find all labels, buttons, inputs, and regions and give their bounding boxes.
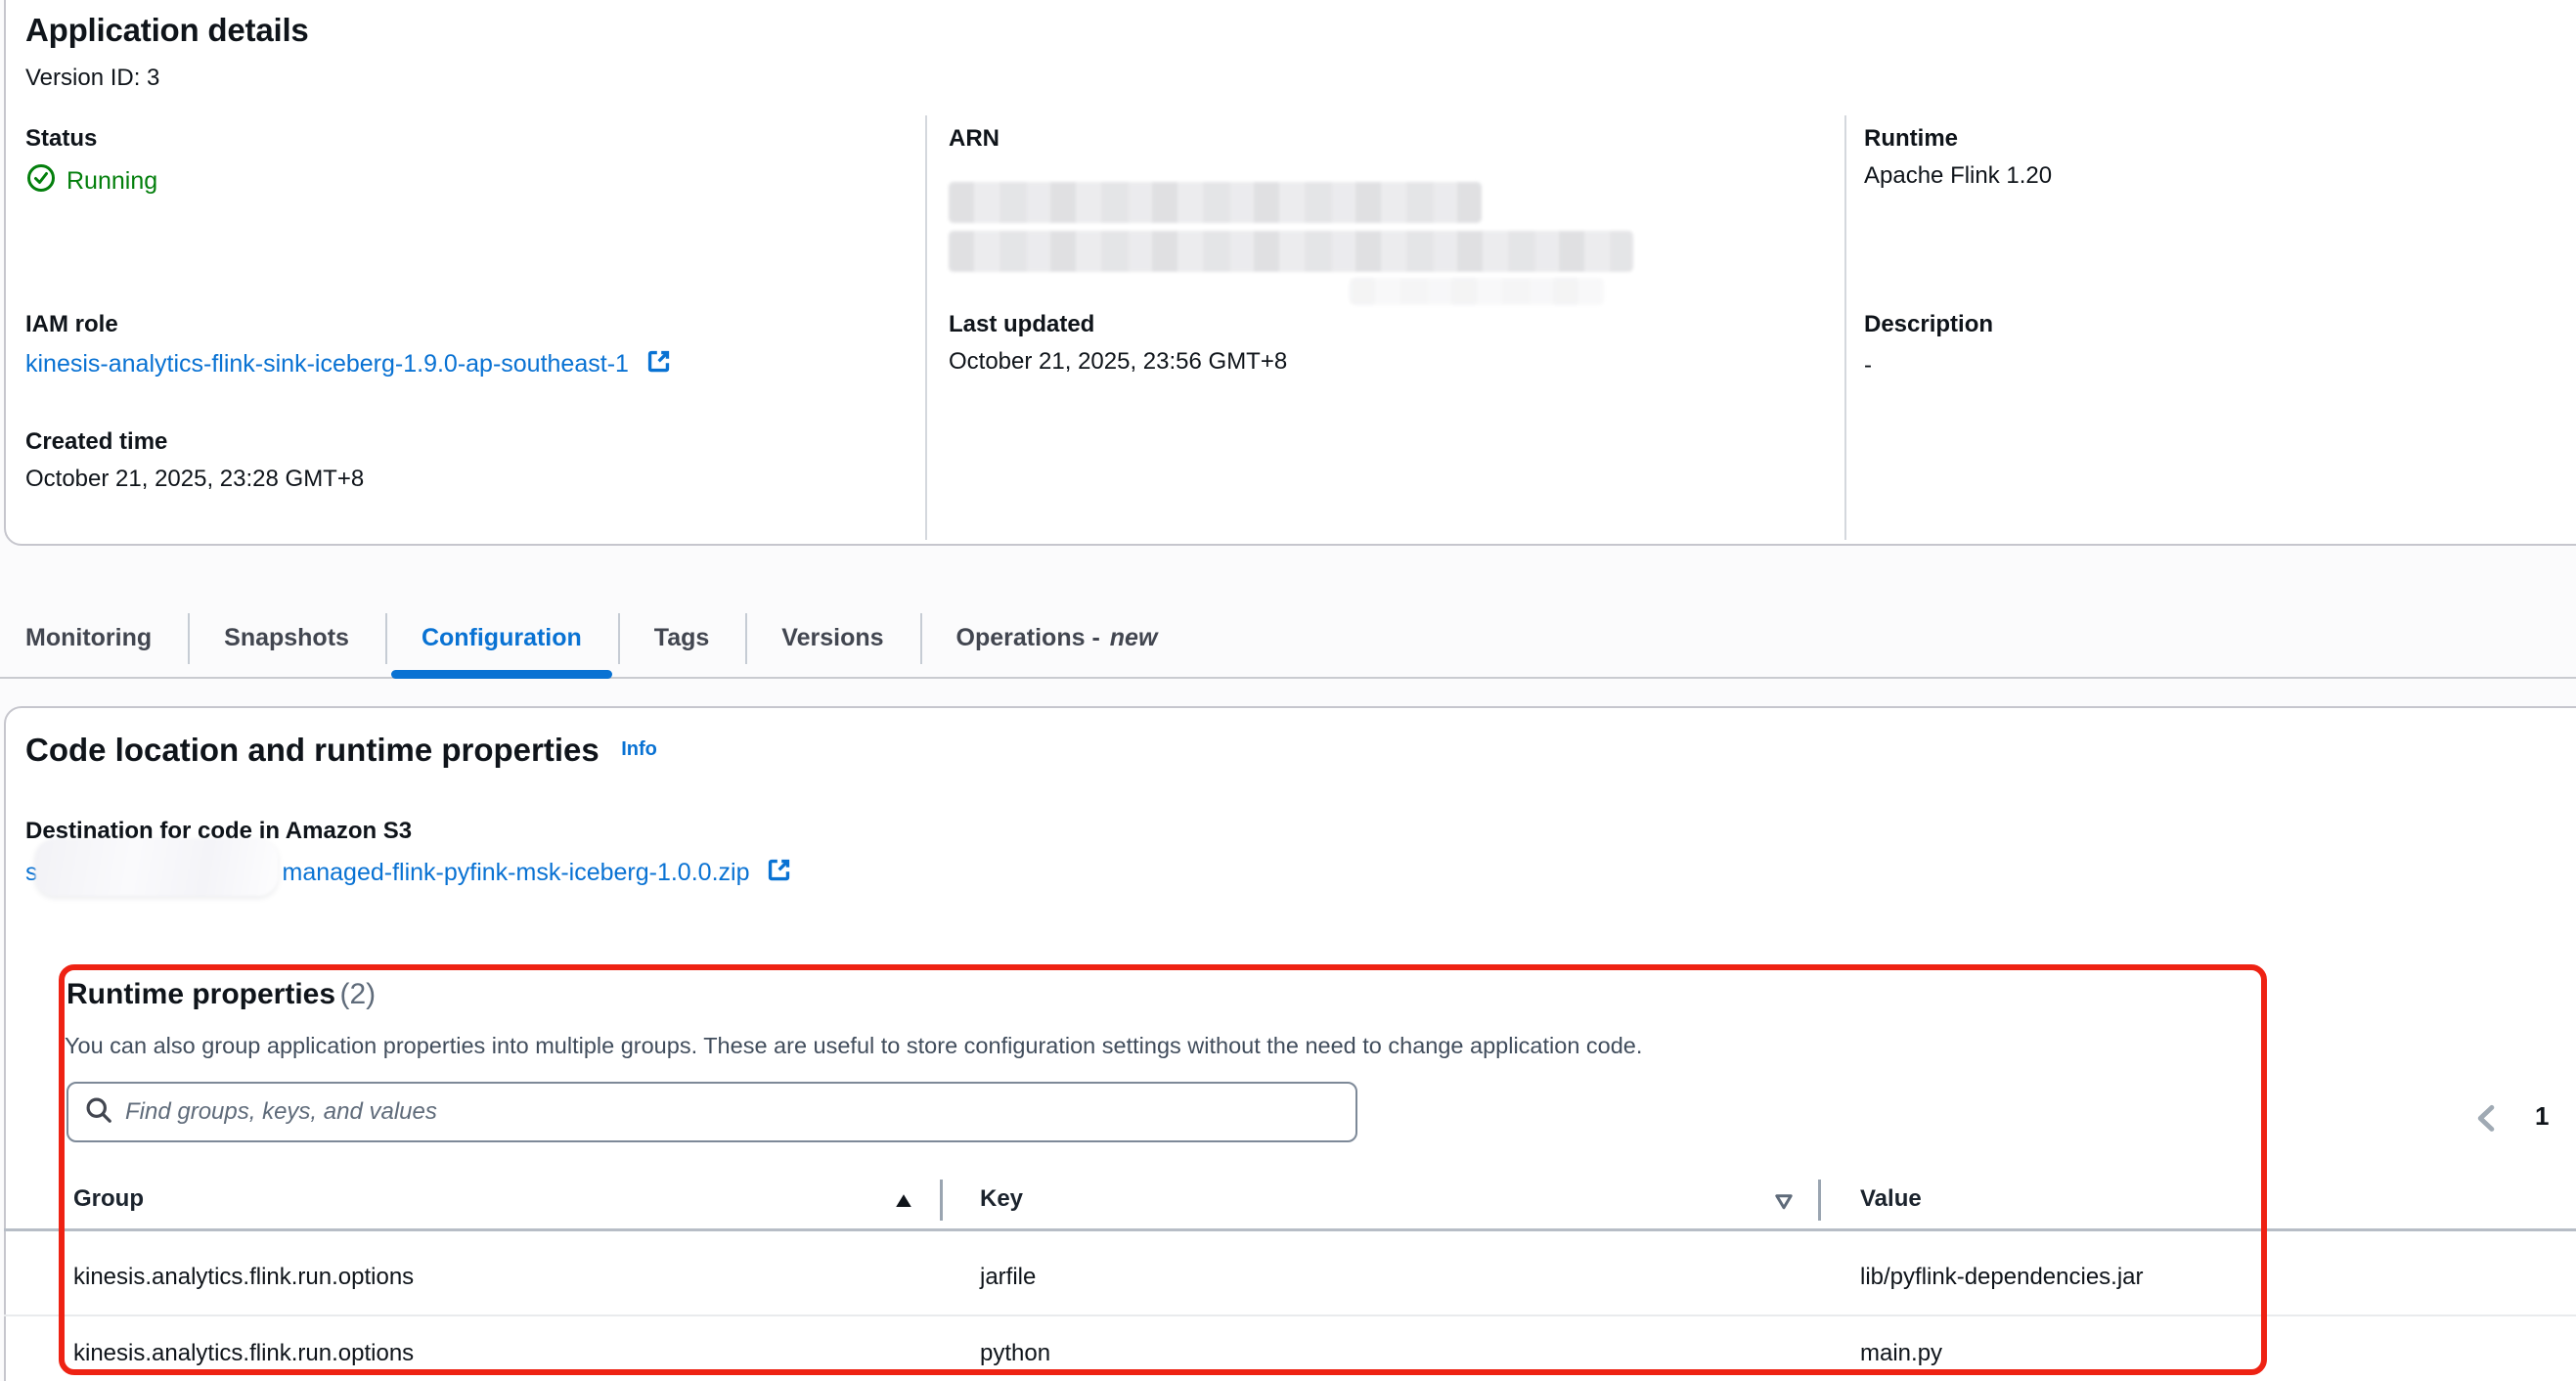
tab-bar: Monitoring Snapshots Configuration Tags … — [25, 599, 2576, 677]
sort-ascending-icon[interactable] — [892, 1189, 915, 1218]
runtime-value: Apache Flink 1.20 — [1864, 162, 2052, 190]
column-header-group[interactable]: Group — [73, 1185, 144, 1213]
section-heading-row: Code location and runtime properties Inf… — [25, 732, 657, 769]
last-updated-value: October 21, 2025, 23:56 GMT+8 — [949, 348, 1287, 376]
application-details-card — [4, 0, 2576, 546]
column-header-value[interactable]: Value — [1860, 1185, 1922, 1213]
tab-snapshots[interactable]: Snapshots — [188, 608, 385, 667]
tab-operations[interactable]: Operations -new — [920, 608, 1194, 667]
cell-group: kinesis.analytics.flink.run.options — [73, 1264, 414, 1291]
created-time-label: Created time — [25, 428, 167, 456]
arn-label: ARN — [949, 125, 999, 153]
table-header-border — [4, 1228, 2576, 1231]
external-link-icon — [766, 857, 792, 890]
iam-role-link[interactable]: kinesis-analytics-flink-sink-iceberg-1.9… — [25, 348, 672, 381]
version-id: Version ID: 3 — [25, 65, 159, 92]
s3-link-redaction-overlay — [35, 839, 278, 896]
sort-neutral-icon[interactable] — [1772, 1189, 1796, 1218]
tab-configuration[interactable]: Configuration — [385, 608, 618, 667]
arn-redacted-line-2 — [949, 231, 1633, 272]
column-divider — [925, 115, 927, 540]
status-badge: Running — [25, 162, 157, 200]
external-link-icon — [645, 348, 672, 381]
pagination-current-page[interactable]: 1 — [2535, 1101, 2549, 1132]
info-link[interactable]: Info — [621, 738, 657, 760]
status-success-icon — [25, 162, 57, 200]
runtime-properties-title: Runtime properties (2) — [67, 978, 376, 1011]
runtime-properties-description: You can also group application propertie… — [65, 1033, 1642, 1059]
description-label: Description — [1864, 311, 1993, 338]
pagination-prev-button[interactable] — [2470, 1101, 2504, 1139]
last-updated-label: Last updated — [949, 311, 1094, 338]
new-badge: new — [1110, 624, 1158, 652]
arn-redacted-ghost — [1350, 278, 1604, 305]
cell-value: lib/pyflink-dependencies.jar — [1860, 1264, 2144, 1291]
iam-role-label: IAM role — [25, 311, 118, 338]
cell-value: main.py — [1860, 1340, 1942, 1367]
tab-monitoring[interactable]: Monitoring — [25, 608, 188, 667]
s3-link-file[interactable]: managed-flink-pyfink-msk-iceberg-1.0.0.z… — [283, 859, 750, 886]
header-divider — [940, 1180, 943, 1221]
cell-group: kinesis.analytics.flink.run.options — [73, 1340, 414, 1367]
description-value: - — [1864, 352, 1872, 379]
cell-key: python — [980, 1340, 1050, 1367]
cell-key: jarfile — [980, 1264, 1036, 1291]
tab-tags[interactable]: Tags — [618, 608, 746, 667]
application-details-page: Application details Version ID: 3 Status… — [0, 0, 2576, 1381]
section-heading: Code location and runtime properties — [25, 732, 600, 768]
runtime-properties-count: (2) — [340, 978, 377, 1010]
header-divider — [1818, 1180, 1821, 1221]
page-title: Application details — [25, 12, 309, 49]
status-value: Running — [67, 167, 157, 196]
search-input[interactable] — [67, 1082, 1357, 1142]
column-header-key[interactable]: Key — [980, 1185, 1023, 1213]
runtime-label: Runtime — [1864, 125, 1958, 153]
tab-versions[interactable]: Versions — [745, 608, 919, 667]
column-divider — [1844, 115, 1846, 540]
arn-redacted-line-1 — [949, 182, 1482, 223]
status-label: Status — [25, 125, 97, 153]
created-time-value: October 21, 2025, 23:28 GMT+8 — [25, 466, 364, 493]
tab-bar-divider — [0, 677, 2576, 679]
table-row-border — [4, 1314, 2576, 1316]
